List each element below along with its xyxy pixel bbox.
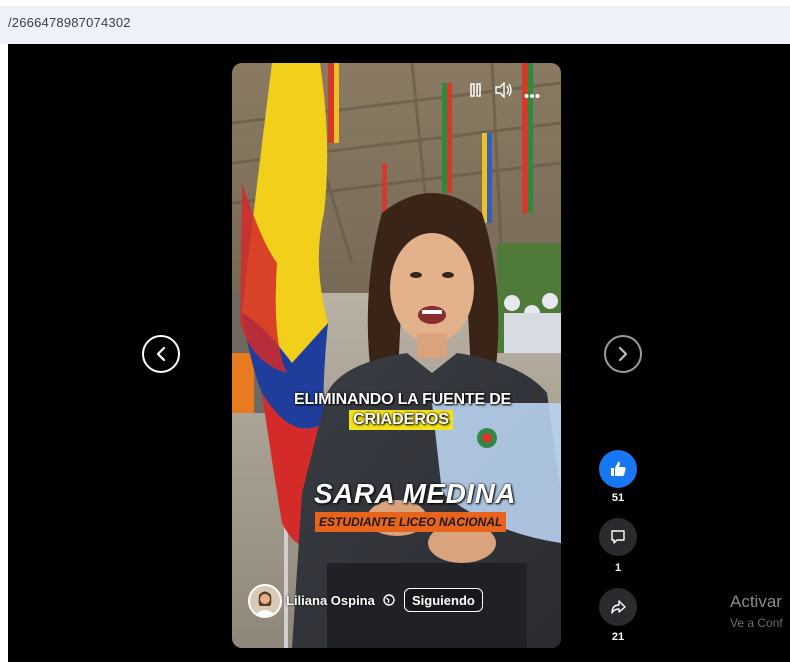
more-icon[interactable] — [524, 87, 540, 102]
speaker-name: SARA MEDINA — [314, 478, 517, 509]
activation-watermark-title: Activar — [730, 592, 782, 611]
next-video-button[interactable] — [604, 335, 642, 373]
video-frame-image — [232, 63, 561, 648]
author-avatar[interactable] — [248, 584, 282, 618]
follow-button[interactable]: Siguiendo — [404, 588, 483, 612]
caption-line-2: CRIADEROS — [353, 411, 450, 428]
comment-button[interactable] — [599, 518, 637, 556]
volume-icon[interactable] — [494, 81, 514, 101]
comment-icon — [611, 530, 625, 544]
like-count: 51 — [611, 492, 625, 504]
thumbs-up-icon — [611, 461, 626, 476]
pause-icon[interactable] — [470, 83, 482, 100]
browser-url-bar[interactable]: /2666478987074302 — [0, 0, 790, 44]
url-bar-top-strip — [0, 0, 790, 6]
globe-icon — [383, 593, 395, 611]
share-count: 21 — [611, 631, 625, 643]
url-text[interactable]: /2666478987074302 — [8, 15, 131, 30]
share-icon — [611, 600, 626, 614]
follow-button-label: Siguiendo — [412, 592, 475, 608]
caption-highlight: CRIADEROS — [349, 410, 454, 430]
chevron-left-icon — [156, 346, 166, 362]
chevron-right-icon — [618, 346, 628, 362]
video-player[interactable]: ELIMINANDO LA FUENTE DE CRIADEROS SARA M… — [232, 63, 561, 648]
previous-video-button[interactable] — [142, 335, 180, 373]
activation-watermark-subtitle: Ve a Conf — [730, 616, 783, 630]
comment-count: 1 — [614, 562, 622, 574]
share-button[interactable] — [599, 588, 637, 626]
like-button[interactable] — [599, 450, 637, 488]
speaker-role-badge: ESTUDIANTE LICEO NACIONAL — [315, 512, 507, 532]
caption-line-1: ELIMINANDO LA FUENTE DE — [294, 391, 512, 408]
author-name[interactable]: Liliana Ospina — [286, 593, 375, 608]
speaker-role: ESTUDIANTE LICEO NACIONAL — [319, 515, 503, 529]
